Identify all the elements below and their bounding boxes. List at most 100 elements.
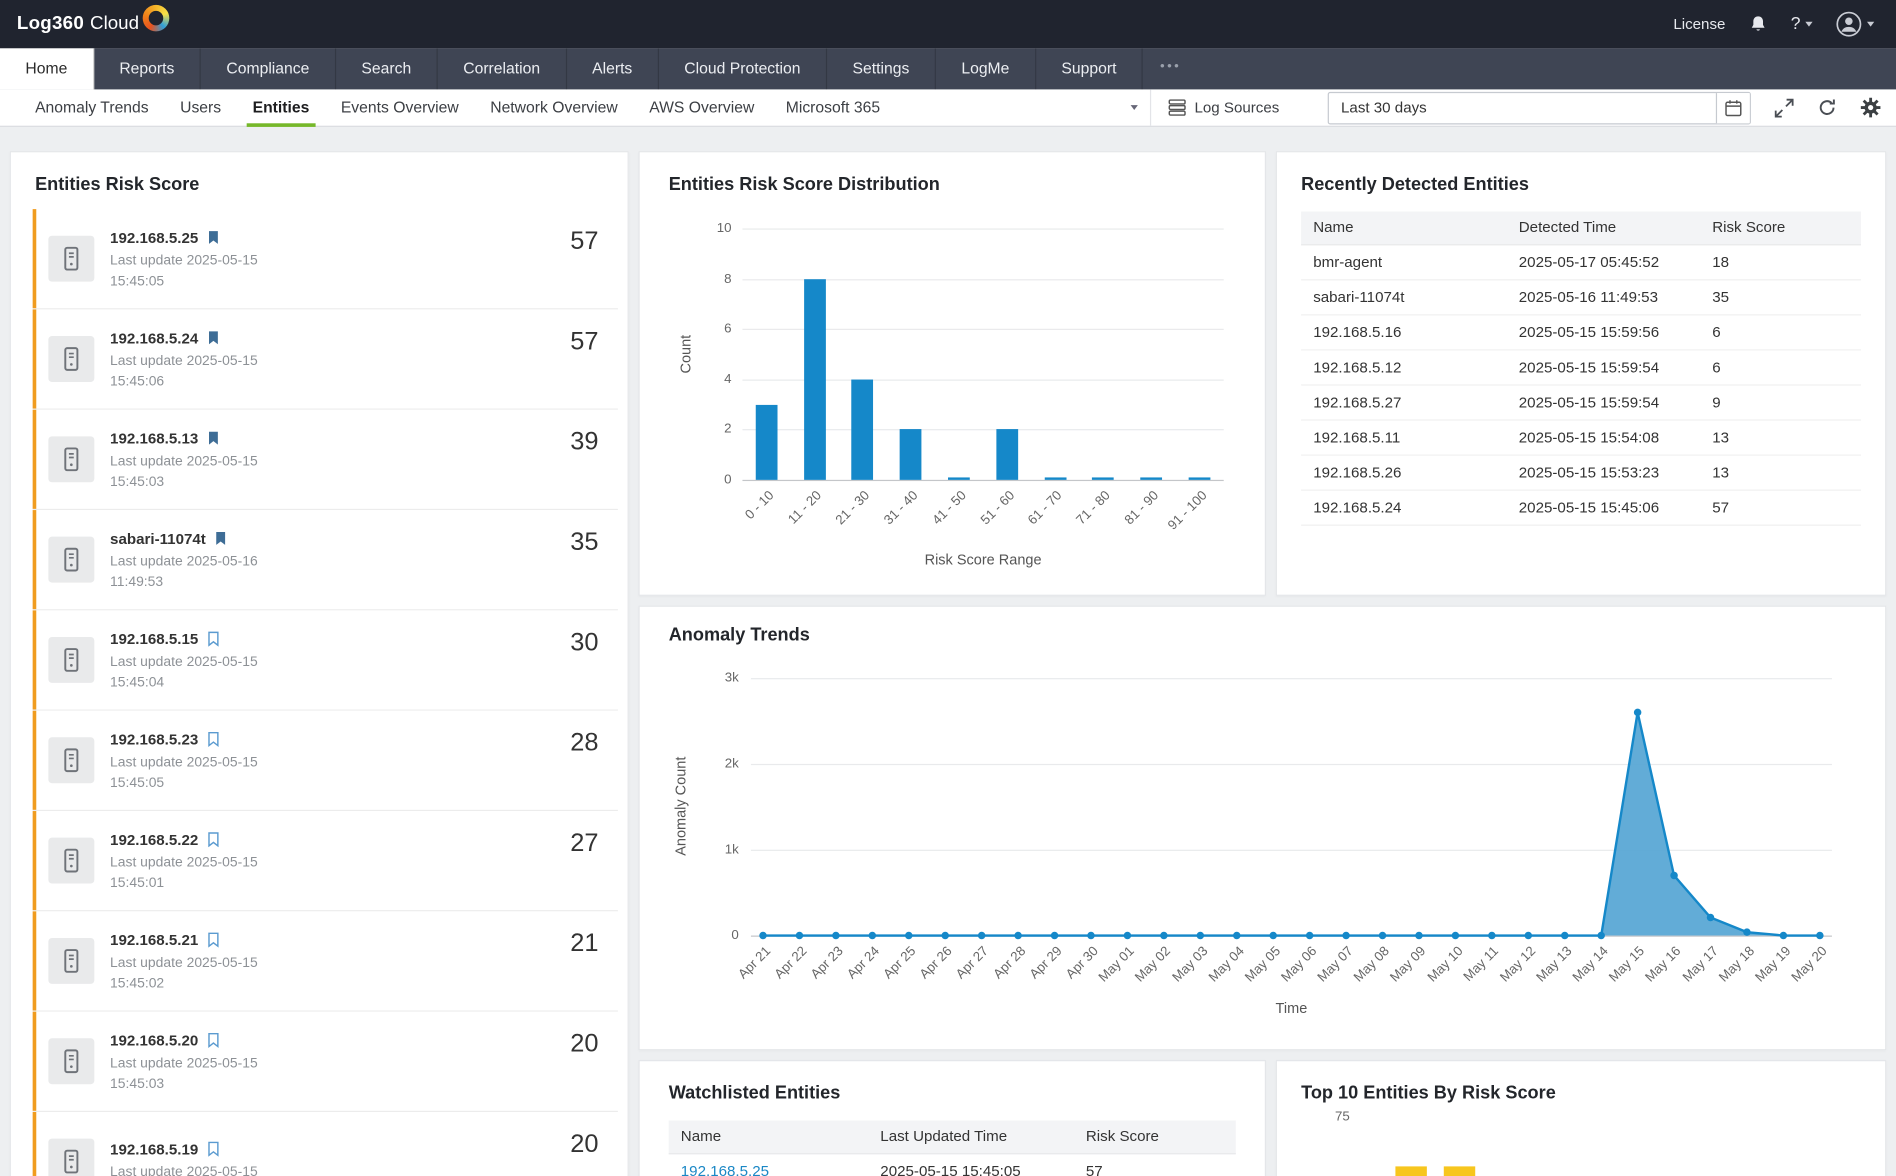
subnav-item-microsoft-365[interactable]: Microsoft 365 [770,89,896,125]
cell-entity-name[interactable]: 192.168.5.25 [669,1154,869,1176]
nav-tab-compliance[interactable]: Compliance [201,48,336,89]
entity-name[interactable]: 192.168.5.24 [110,330,198,347]
table-row[interactable]: 192.168.5.112025-05-15 15:54:0813 [1301,421,1861,456]
bookmark-icon[interactable] [207,430,220,446]
bookmark-outline-icon[interactable] [207,630,220,646]
bookmark-icon[interactable] [214,530,227,546]
top10-bar[interactable] [1395,1166,1426,1176]
data-point[interactable] [1452,932,1459,939]
bar-81-90[interactable] [1141,477,1163,479]
entity-row[interactable]: 192.168.5.23Last update 2025-05-1515:45:… [33,711,618,811]
table-row[interactable]: sabari-11074t2025-05-16 11:49:5335 [1301,280,1861,315]
data-point[interactable] [978,932,985,939]
data-point[interactable] [1306,932,1313,939]
data-point[interactable] [1561,932,1568,939]
entity-name[interactable]: 192.168.5.13 [110,430,198,447]
log360-logo[interactable]: Log360 Cloud [17,11,169,38]
notifications-bell-icon[interactable] [1748,15,1767,34]
entity-row[interactable]: 192.168.5.13Last update 2025-05-1515:45:… [33,410,618,510]
data-point[interactable] [1597,932,1604,939]
data-point[interactable] [1269,932,1276,939]
bar-31-40[interactable] [900,430,922,480]
table-row[interactable]: 192.168.5.122025-05-15 15:59:546 [1301,351,1861,386]
data-point[interactable] [1670,872,1677,879]
nav-tab-cloud-protection[interactable]: Cloud Protection [659,48,827,89]
bookmark-icon[interactable] [207,330,220,346]
entity-row[interactable]: 192.168.5.25Last update 2025-05-1515:45:… [33,209,618,309]
subnav-item-entities[interactable]: Entities [237,89,325,125]
subnav-item-users[interactable]: Users [164,89,236,125]
entity-row[interactable]: 192.168.5.21Last update 2025-05-1515:45:… [33,911,618,1011]
nav-tab-reports[interactable]: Reports [94,48,201,89]
bar-91-100[interactable] [1189,477,1211,479]
log-sources-button[interactable]: Log Sources [1150,89,1297,125]
data-point[interactable] [1780,932,1787,939]
data-point[interactable] [869,932,876,939]
data-point[interactable] [1124,932,1131,939]
license-button[interactable]: License [1673,16,1725,33]
bar-61-70[interactable] [1044,477,1066,479]
data-point[interactable] [1634,709,1641,716]
table-row[interactable]: 192.168.5.272025-05-15 15:59:549 [1301,386,1861,421]
bar-0-10[interactable] [756,404,778,479]
entity-name[interactable]: 192.168.5.15 [110,630,198,647]
entity-row[interactable]: sabari-11074tLast update 2025-05-1611:49… [33,510,618,610]
data-point[interactable] [1087,932,1094,939]
settings-gear-button[interactable] [1860,97,1882,119]
data-point[interactable] [1816,932,1823,939]
data-point[interactable] [759,932,766,939]
entity-name[interactable]: 192.168.5.25 [110,229,198,246]
bookmark-outline-icon[interactable] [207,831,220,847]
nav-more-button[interactable]: ••• [1143,48,1198,89]
entity-name[interactable]: 192.168.5.23 [110,731,198,748]
nav-tab-search[interactable]: Search [336,48,438,89]
nav-tab-support[interactable]: Support [1036,48,1143,89]
entity-name[interactable]: 192.168.5.22 [110,831,198,848]
bar-71-80[interactable] [1092,477,1114,479]
data-point[interactable] [1014,932,1021,939]
entity-row[interactable]: 192.168.5.19Last update 2025-05-1520 [33,1112,618,1176]
nav-tab-settings[interactable]: Settings [827,48,936,89]
data-point[interactable] [1160,932,1167,939]
data-point[interactable] [796,932,803,939]
entity-name[interactable]: 192.168.5.19 [110,1141,198,1158]
nav-tab-home[interactable]: Home [0,48,94,89]
data-point[interactable] [1197,932,1204,939]
subnav-item-aws-overview[interactable]: AWS Overview [633,89,770,125]
bookmark-outline-icon[interactable] [207,1032,220,1048]
entity-name[interactable]: 192.168.5.21 [110,931,198,948]
bookmark-outline-icon[interactable] [207,1141,220,1157]
data-point[interactable] [1707,914,1714,921]
bar-51-60[interactable] [996,430,1018,480]
data-point[interactable] [1379,932,1386,939]
bar-41-50[interactable] [948,477,970,479]
table-row[interactable]: 192.168.5.162025-05-15 15:59:566 [1301,315,1861,350]
data-point[interactable] [1051,932,1058,939]
user-account-menu[interactable] [1836,11,1875,38]
table-row[interactable]: 192.168.5.252025-05-15 15:45:0557 [669,1154,1236,1176]
bookmark-outline-icon[interactable] [207,931,220,947]
data-point[interactable] [1342,932,1349,939]
entity-row[interactable]: 192.168.5.24Last update 2025-05-1515:45:… [33,309,618,409]
fullscreen-button[interactable] [1774,97,1795,118]
entity-name[interactable]: sabari-11074t [110,530,206,547]
table-row[interactable]: 192.168.5.262025-05-15 15:53:2313 [1301,456,1861,491]
data-point[interactable] [832,932,839,939]
data-point[interactable] [1415,932,1422,939]
nav-tab-logme[interactable]: LogMe [936,48,1036,89]
entity-row[interactable]: 192.168.5.15Last update 2025-05-1515:45:… [33,610,618,710]
entity-row[interactable]: 192.168.5.20Last update 2025-05-1515:45:… [33,1012,618,1112]
table-row[interactable]: 192.168.5.242025-05-15 15:45:0657 [1301,491,1861,526]
entity-name[interactable]: 192.168.5.20 [110,1032,198,1049]
subnav-overflow-button[interactable] [1118,89,1149,125]
bar-11-20[interactable] [804,279,826,480]
data-point[interactable] [1488,932,1495,939]
data-point[interactable] [1233,932,1240,939]
bookmark-outline-icon[interactable] [207,731,220,747]
data-point[interactable] [905,932,912,939]
date-range-input[interactable] [1329,99,1716,116]
table-row[interactable]: bmr-agent2025-05-17 05:45:5218 [1301,245,1861,280]
refresh-button[interactable] [1817,98,1836,117]
date-range-picker[interactable] [1328,91,1751,124]
nav-tab-correlation[interactable]: Correlation [438,48,567,89]
